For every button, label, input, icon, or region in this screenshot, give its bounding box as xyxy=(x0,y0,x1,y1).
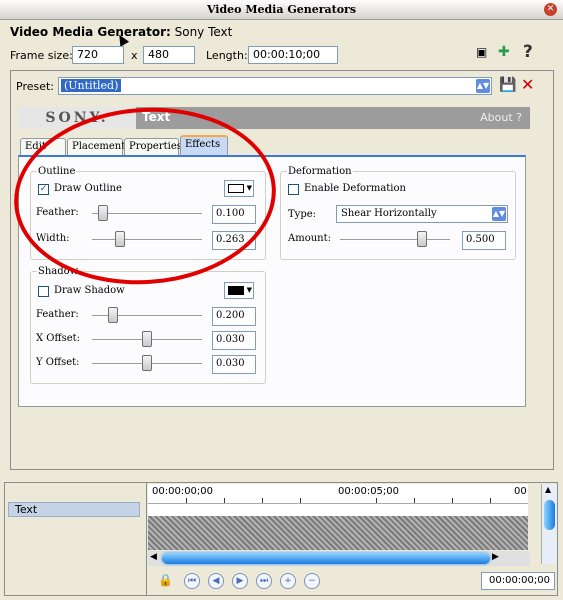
outline-color-swatch xyxy=(228,184,244,193)
shadow-yoffset-slider[interactable] xyxy=(142,355,152,371)
preset-label: Preset: xyxy=(16,80,55,93)
preset-value: (Untitled) xyxy=(61,79,122,92)
about-link[interactable]: About ? xyxy=(480,111,522,124)
tab-placement[interactable]: Placement xyxy=(67,138,125,156)
next-keyframe-icon[interactable]: ▶ xyxy=(232,573,248,589)
frame-height-field[interactable]: 480 xyxy=(143,46,195,64)
shadow-feather-slider[interactable] xyxy=(108,307,118,323)
enable-deformation-checkbox[interactable] xyxy=(288,184,299,195)
outline-feather-track xyxy=(92,213,202,215)
first-keyframe-icon[interactable]: ⏮ xyxy=(184,573,200,589)
outline-width-label: Width: xyxy=(36,233,70,244)
outline-feather-label: Feather: xyxy=(36,207,79,218)
chevron-down-icon[interactable]: ▲▼ xyxy=(476,79,490,93)
ruler-tick xyxy=(414,498,415,503)
title-bar: Video Media Generators ✕ xyxy=(0,0,563,20)
outline-width-slider[interactable] xyxy=(115,231,125,247)
shadow-feather-field[interactable]: 0.200 xyxy=(212,307,256,326)
ruler-tick xyxy=(490,498,491,503)
deformation-amount-slider[interactable] xyxy=(417,231,427,247)
ruler-tick xyxy=(376,498,377,503)
timecode-end: 00 xyxy=(514,486,527,497)
track-list xyxy=(5,483,147,595)
shadow-xoffset-label: X Offset: xyxy=(36,333,81,344)
deformation-amount-track xyxy=(340,239,450,241)
ruler-tick xyxy=(262,498,263,503)
frame-x-label: x xyxy=(131,49,138,62)
shadow-feather-label: Feather: xyxy=(36,309,79,320)
deformation-legend: Deformation xyxy=(288,166,352,177)
outline-width-field[interactable]: 0.263 xyxy=(212,231,256,250)
shadow-xoffset-slider[interactable] xyxy=(142,331,152,347)
window-title: Video Media Generators xyxy=(206,3,357,16)
horizontal-scroll-thumb[interactable] xyxy=(162,553,490,564)
tab-effects[interactable]: Effects xyxy=(180,135,228,156)
shadow-color-picker[interactable]: ▼ xyxy=(224,282,254,299)
chevron-down-icon: ▼ xyxy=(246,286,252,294)
save-preset-icon[interactable]: 💾 xyxy=(499,77,516,93)
frame-size-label: Frame size: xyxy=(10,49,73,62)
vertical-scrollbar[interactable]: ▲ xyxy=(541,484,557,564)
enable-deformation-label: Enable Deformation xyxy=(304,183,406,194)
add-keyframe-icon[interactable]: + xyxy=(280,573,296,589)
delete-keyframe-icon[interactable]: − xyxy=(304,573,320,589)
generator-label: Video Media Generator: xyxy=(10,25,171,39)
close-icon[interactable]: ✕ xyxy=(544,3,557,16)
tab-properties[interactable]: Properties xyxy=(124,138,182,156)
delete-preset-icon[interactable]: ✕ xyxy=(521,75,534,94)
draw-shadow-label: Draw Shadow xyxy=(54,285,125,296)
prev-keyframe-icon[interactable]: ◀ xyxy=(208,573,224,589)
deformation-type-label: Type: xyxy=(288,209,317,220)
scroll-left-icon[interactable]: ◀ xyxy=(150,552,157,562)
plugin-name: Text xyxy=(142,110,171,124)
deformation-type-dropdown[interactable]: Shear Horizontally ▲▼ xyxy=(336,205,508,223)
shadow-yoffset-label: Y Offset: xyxy=(36,357,80,368)
current-time-field[interactable]: 00:00:00;00 xyxy=(481,572,555,590)
vertical-scroll-thumb[interactable] xyxy=(544,500,555,530)
generator-name: Sony Text xyxy=(174,25,233,39)
ruler-tick xyxy=(300,498,301,503)
chevron-down-icon[interactable]: ▲▼ xyxy=(492,207,506,221)
horizontal-scrollbar[interactable]: ◀ ▶ xyxy=(148,551,530,566)
plugin-banner: SONY. Text About ? xyxy=(18,107,530,129)
outline-feather-field[interactable]: 0.100 xyxy=(212,205,256,224)
outline-width-track xyxy=(92,239,202,241)
shadow-legend: Shadow xyxy=(38,266,79,277)
shadow-color-swatch xyxy=(228,286,244,295)
draw-outline-label: Draw Outline xyxy=(54,183,122,194)
ruler-tick xyxy=(224,498,225,503)
preset-dropdown[interactable]: (Untitled) ▲▼ xyxy=(58,77,492,95)
shadow-yoffset-field[interactable]: 0.030 xyxy=(212,355,256,374)
length-field[interactable]: 00:00:10;00 xyxy=(248,46,338,64)
outline-legend: Outline xyxy=(38,166,76,177)
render-icon[interactable]: ▣ xyxy=(476,45,487,59)
frame-width-field[interactable]: 720 xyxy=(72,46,124,64)
track-header-text[interactable]: Text xyxy=(8,502,140,517)
scroll-right-icon[interactable]: ▶ xyxy=(492,552,499,562)
timeline-ruler[interactable]: 00:00:00;00 00:00:05;00 00 xyxy=(148,484,528,504)
scroll-up-icon[interactable]: ▲ xyxy=(545,485,551,494)
help-icon[interactable]: ? xyxy=(523,42,533,62)
deformation-amount-label: Amount: xyxy=(288,233,331,244)
last-keyframe-icon[interactable]: ⏭ xyxy=(256,573,272,589)
length-label: Length: xyxy=(206,49,248,62)
outline-color-picker[interactable]: ▼ xyxy=(224,180,254,197)
timecode-start: 00:00:00;00 xyxy=(152,486,214,497)
chevron-down-icon: ▼ xyxy=(246,184,252,192)
ruler-tick xyxy=(452,498,453,503)
draw-shadow-checkbox[interactable] xyxy=(38,286,49,297)
timecode-mid: 00:00:05;00 xyxy=(338,486,400,497)
outline-feather-slider[interactable] xyxy=(98,205,108,221)
draw-outline-checkbox[interactable]: ✓ xyxy=(38,184,49,195)
shadow-xoffset-field[interactable]: 0.030 xyxy=(212,331,256,350)
deformation-type-value: Shear Horizontally xyxy=(341,208,437,219)
keyframe-area[interactable] xyxy=(148,516,528,550)
deformation-amount-field[interactable]: 0.500 xyxy=(462,231,506,250)
keyframe-lane[interactable] xyxy=(148,504,528,516)
lock-icon[interactable]: 🔒 xyxy=(158,573,173,587)
sony-logo: SONY. xyxy=(18,107,136,129)
ruler-tick xyxy=(186,498,187,503)
add-generator-icon[interactable]: ✚ xyxy=(498,44,510,60)
tab-edit[interactable]: Edit xyxy=(20,138,66,156)
